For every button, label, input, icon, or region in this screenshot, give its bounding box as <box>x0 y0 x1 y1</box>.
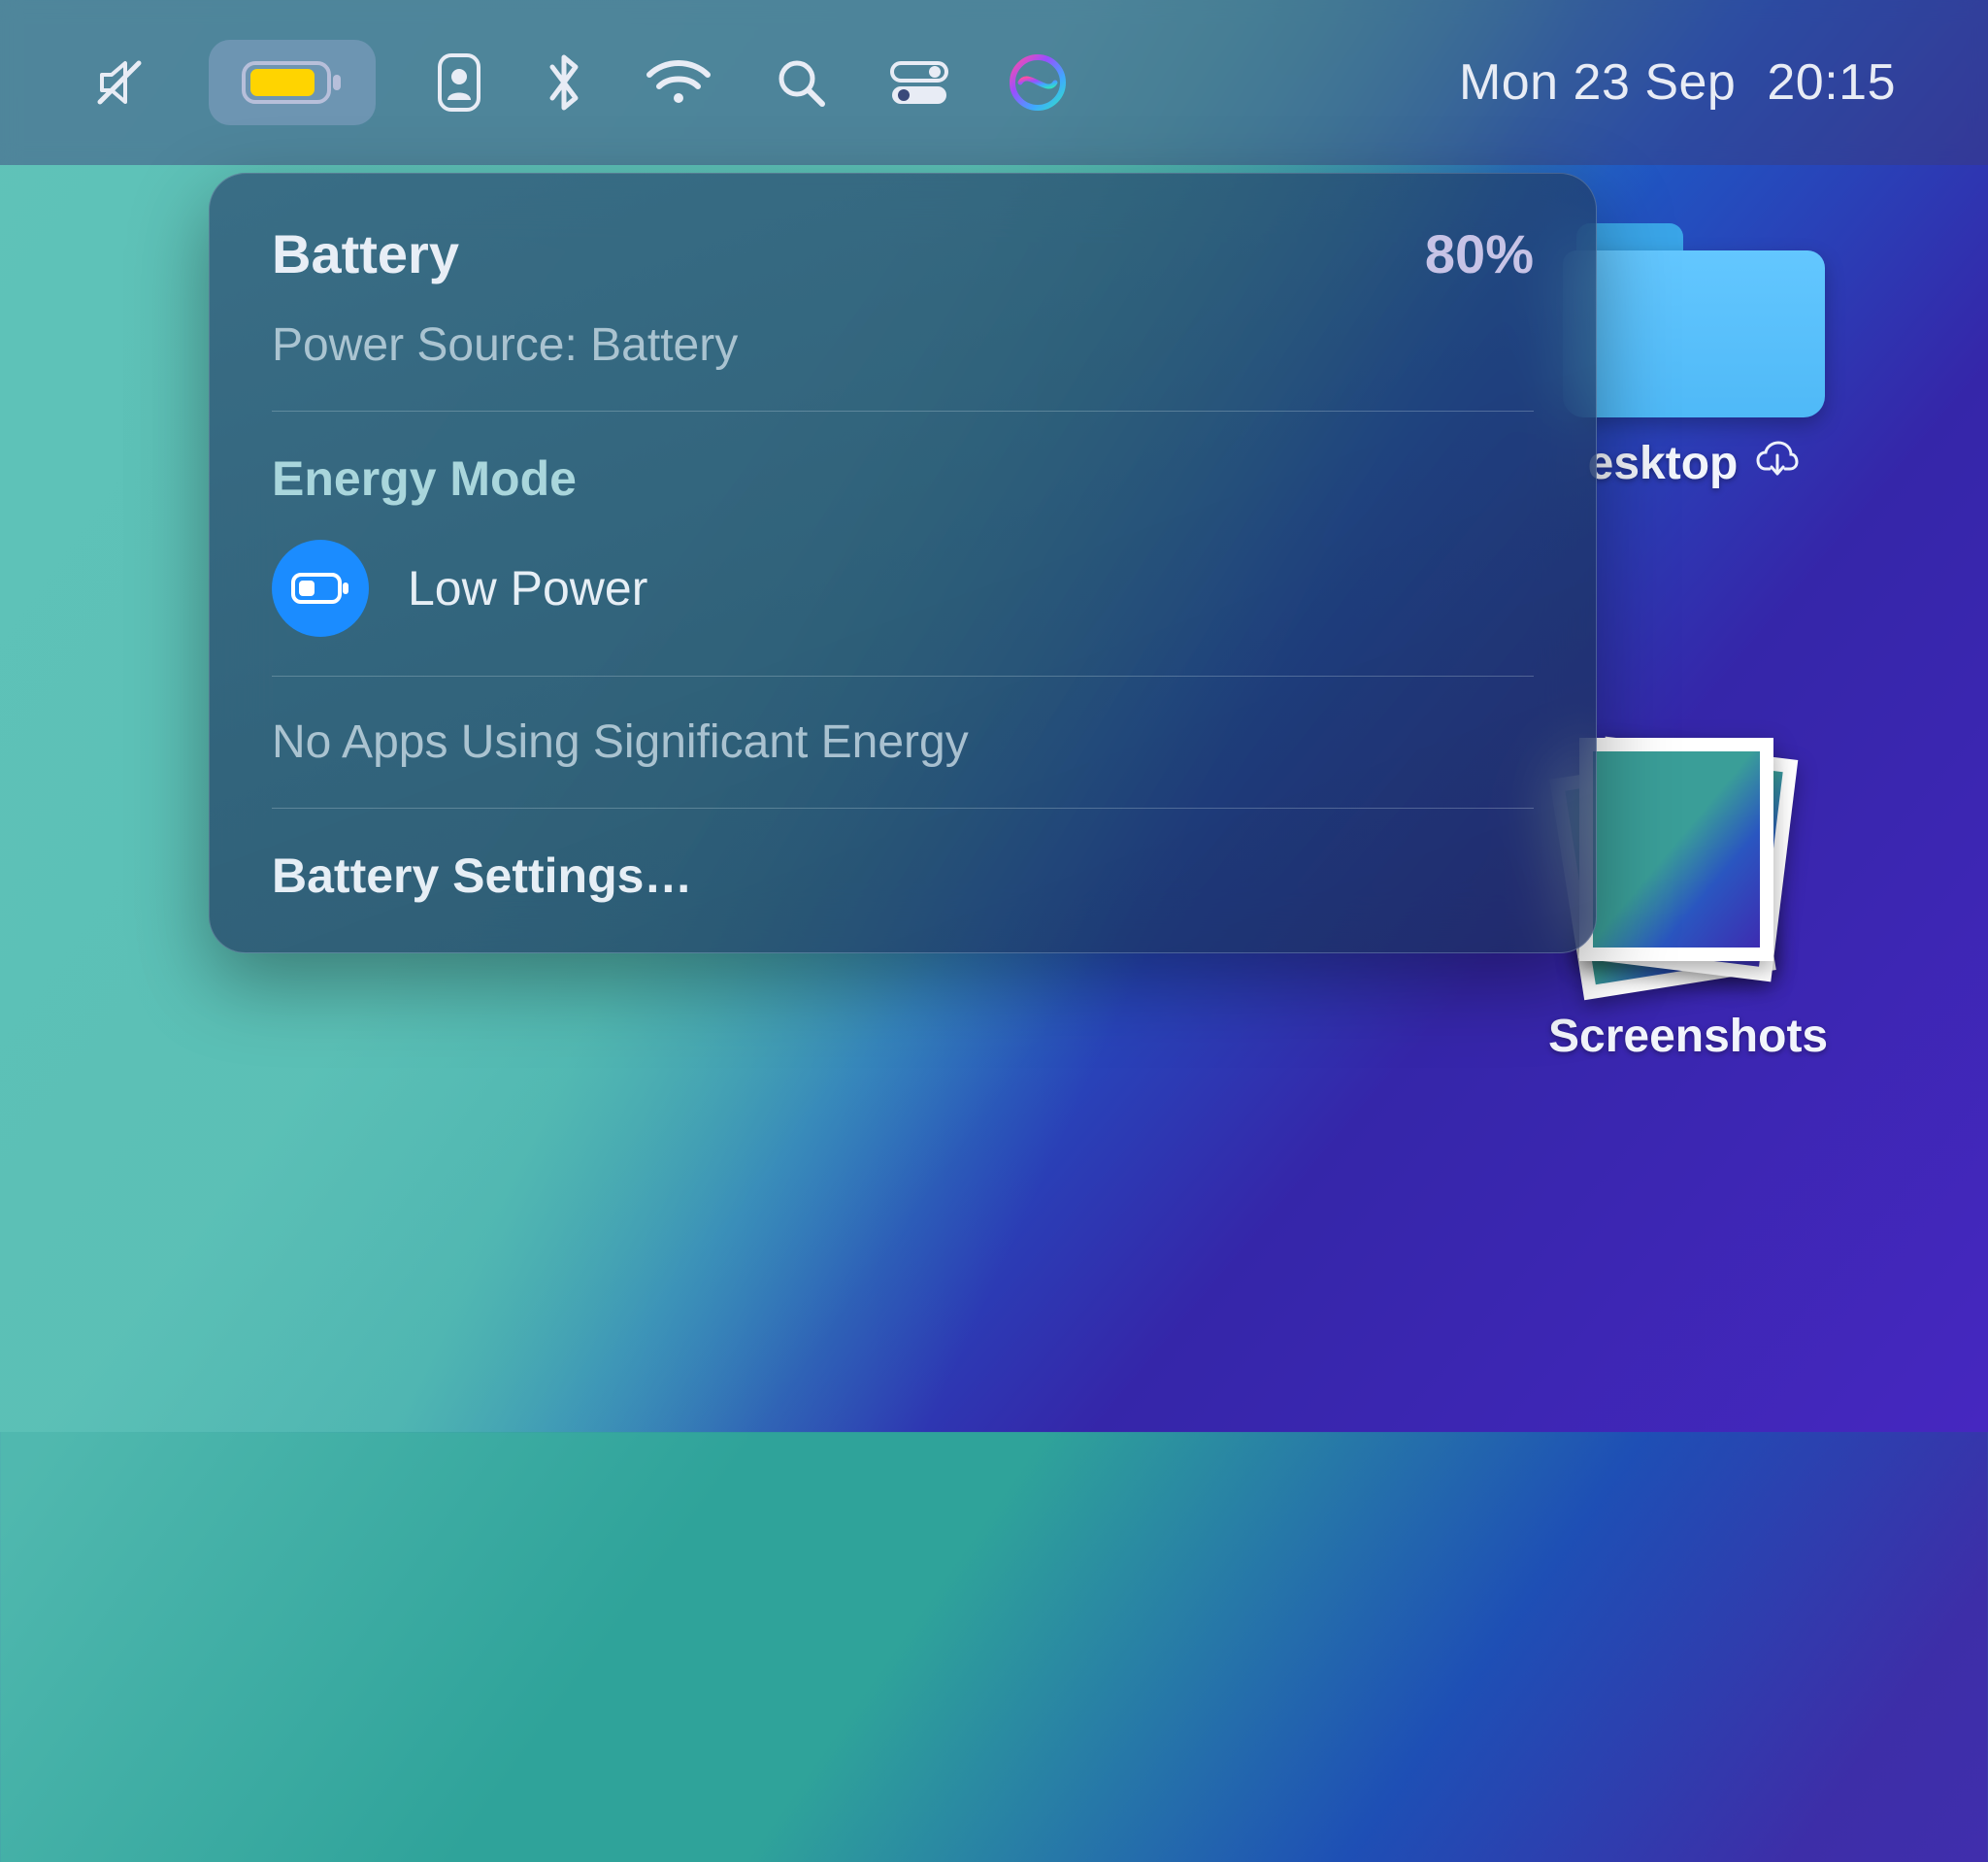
desktop-folder-item[interactable]: esktop <box>1563 223 1825 490</box>
divider <box>272 808 1534 809</box>
battery-percentage: 80% <box>1425 222 1534 285</box>
menu-bar: Mon 23 Sep 20:15 <box>0 0 1988 165</box>
battery-dropdown-panel: Battery 80% Power Source: Battery Energy… <box>209 173 1597 953</box>
battery-title: Battery <box>272 222 459 285</box>
apps-energy-message: No Apps Using Significant Energy <box>272 715 1534 769</box>
divider <box>272 676 1534 677</box>
divider <box>272 411 1534 412</box>
desktop-folder-label: esktop <box>1588 437 1739 490</box>
clock-date: Mon 23 Sep <box>1459 53 1736 112</box>
energy-mode-value: Low Power <box>408 560 647 616</box>
siri-icon[interactable] <box>1009 53 1067 112</box>
low-power-battery-icon <box>272 540 369 637</box>
user-switch-icon[interactable] <box>434 51 484 114</box>
wifi-icon[interactable] <box>644 55 713 110</box>
spotlight-search-icon[interactable] <box>772 53 830 112</box>
energy-mode-row[interactable]: Low Power <box>272 540 1534 637</box>
cloud-download-icon <box>1755 437 1800 490</box>
menu-bar-clock[interactable]: Mon 23 Sep 20:15 <box>1459 53 1896 112</box>
battery-icon <box>242 57 343 108</box>
volume-muted-icon[interactable] <box>92 53 150 112</box>
energy-mode-heading: Energy Mode <box>272 450 1534 507</box>
clock-time: 20:15 <box>1767 53 1896 112</box>
screenshots-stack-label: Screenshots <box>1548 1010 1828 1063</box>
battery-menubar-button[interactable] <box>209 40 376 125</box>
power-source-line: Power Source: Battery <box>272 318 1534 372</box>
folder-icon <box>1563 223 1825 417</box>
bluetooth-icon[interactable] <box>543 51 585 114</box>
battery-settings-link[interactable]: Battery Settings… <box>272 848 1534 904</box>
control-center-icon[interactable] <box>888 57 950 108</box>
